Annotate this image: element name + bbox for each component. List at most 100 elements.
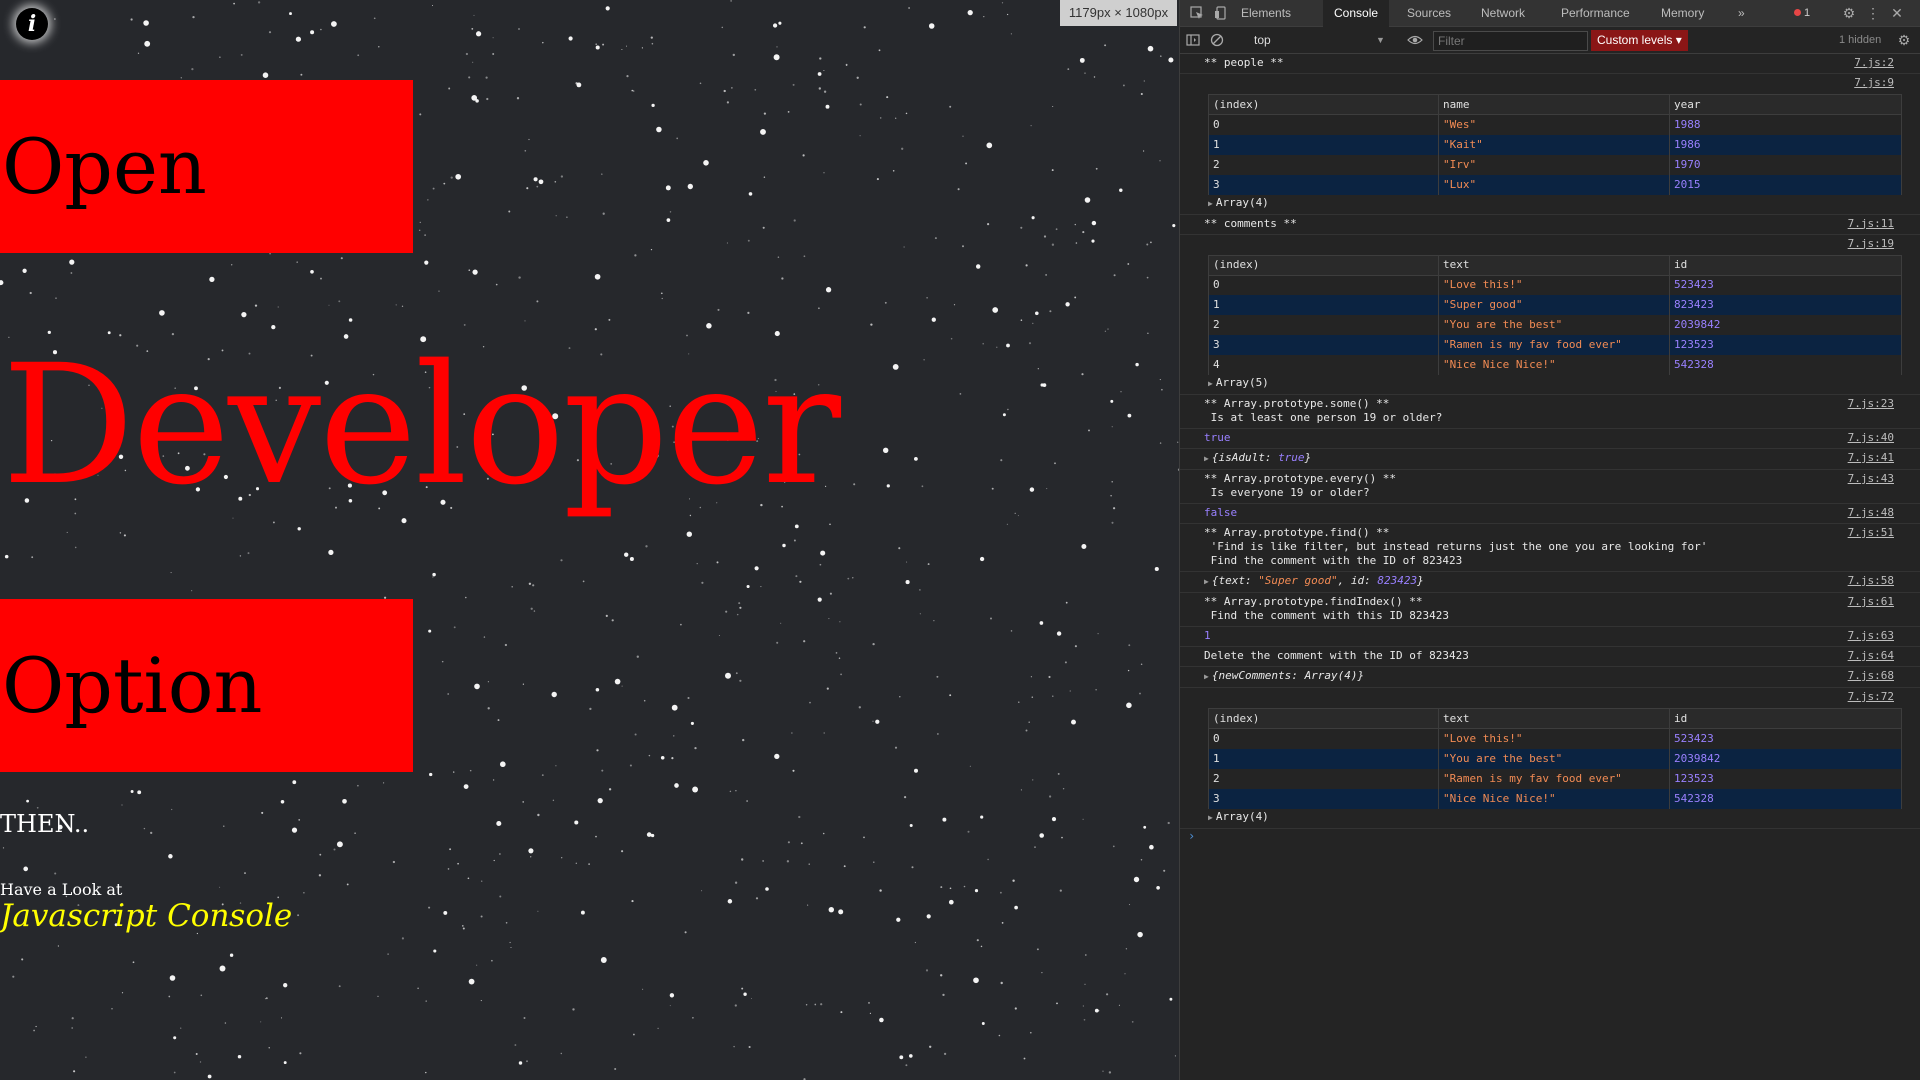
console-message[interactable]: ▶ {isAdult: true} 7.js:41: [1180, 449, 1920, 470]
star: [605, 6, 610, 11]
source-link[interactable]: 7.js:19: [1848, 237, 1894, 251]
console-message[interactable]: ▶ {newComments: Array(4)} 7.js:68: [1180, 667, 1920, 688]
sidebar-toggle-icon[interactable]: [1186, 33, 1200, 47]
source-link[interactable]: 7.js:11: [1848, 217, 1894, 231]
star: [537, 813, 540, 817]
source-link[interactable]: 7.js:64: [1848, 649, 1894, 663]
star: [473, 14, 475, 16]
console-message: 1 7.js:63: [1180, 627, 1920, 647]
source-link[interactable]: 7.js:61: [1848, 595, 1894, 609]
star: [1037, 368, 1039, 370]
star: [233, 2, 235, 5]
column-header[interactable]: year: [1669, 94, 1902, 115]
tab-sources[interactable]: Sources: [1396, 0, 1462, 27]
source-link[interactable]: 7.js:43: [1848, 472, 1894, 486]
star: [1010, 630, 1013, 632]
star: [1028, 721, 1030, 723]
console-settings-icon[interactable]: ⚙: [1897, 33, 1911, 47]
array-expander[interactable]: ▶ Array(5): [1204, 376, 1896, 391]
star: [594, 273, 601, 280]
eye-icon[interactable]: [1407, 33, 1423, 47]
array-expander[interactable]: ▶ Array(4): [1204, 196, 1896, 211]
column-header[interactable]: name: [1438, 94, 1670, 115]
star: [686, 531, 692, 537]
column-header[interactable]: id: [1669, 708, 1902, 729]
star: [621, 48, 623, 51]
column-header[interactable]: (index): [1208, 254, 1439, 276]
settings-icon[interactable]: ⚙: [1842, 6, 1856, 20]
table-header-row: (index) text id: [1208, 254, 1902, 276]
source-link[interactable]: 7.js:72: [1848, 690, 1894, 704]
star: [296, 261, 298, 263]
column-header[interactable]: text: [1438, 708, 1670, 729]
find-header: ** Array.prototype.find() ** 'Find is li…: [1204, 526, 1708, 567]
star: [763, 176, 766, 178]
source-link[interactable]: 7.js:9: [1854, 76, 1894, 90]
tab-network[interactable]: Network: [1470, 0, 1536, 27]
tab-console[interactable]: Console: [1323, 0, 1390, 27]
star: [191, 590, 193, 592]
inspect-icon[interactable]: [1190, 6, 1204, 20]
info-icon[interactable]: i: [16, 8, 48, 40]
star: [739, 606, 742, 609]
star: [748, 192, 753, 196]
more-menu-icon[interactable]: ⋮: [1866, 6, 1880, 20]
star: [899, 1055, 904, 1060]
array-expander[interactable]: ▶ Array(4): [1204, 810, 1896, 825]
table-cell: 2: [1208, 154, 1439, 175]
custom-levels-dropdown[interactable]: Custom levels ▾: [1591, 30, 1688, 51]
filter-input[interactable]: [1433, 31, 1588, 51]
source-link[interactable]: 7.js:63: [1848, 629, 1894, 643]
star: [528, 138, 530, 141]
star: [475, 31, 482, 37]
star: [608, 318, 611, 321]
star: [782, 543, 786, 548]
column-header[interactable]: id: [1669, 254, 1902, 276]
column-header[interactable]: (index): [1208, 94, 1439, 115]
tab-performance[interactable]: Performance: [1550, 0, 1641, 27]
more-tabs-icon[interactable]: »: [1727, 0, 1756, 27]
console-message[interactable]: ▶ {text: "Super good", id: 823423} 7.js:5…: [1180, 572, 1920, 593]
star: [1034, 846, 1036, 848]
table-cell: 0: [1208, 728, 1439, 749]
star: [1018, 701, 1020, 703]
star: [433, 949, 437, 953]
star: [480, 915, 483, 918]
tab-elements[interactable]: Elements: [1230, 0, 1302, 27]
column-header[interactable]: (index): [1208, 708, 1439, 729]
open-text: Open: [2, 122, 207, 211]
star: [336, 841, 343, 848]
table-cell: 542328: [1669, 355, 1902, 375]
console-prompt[interactable]: ›: [1180, 829, 1920, 843]
star: [671, 757, 674, 760]
table-cell: 2015: [1669, 174, 1902, 195]
table-row: 2 "Irv" 1970: [1208, 154, 1902, 175]
star: [687, 183, 693, 190]
star: [629, 556, 634, 562]
source-link[interactable]: 7.js:2: [1854, 56, 1894, 70]
device-toggle-icon[interactable]: [1214, 6, 1228, 20]
star: [541, 774, 544, 776]
table-cell: 3: [1208, 335, 1439, 355]
clear-console-icon[interactable]: [1210, 33, 1224, 47]
source-link[interactable]: 7.js:41: [1848, 451, 1894, 465]
source-link[interactable]: 7.js:58: [1848, 574, 1894, 588]
star: [35, 1025, 37, 1028]
console-message: ** Array.prototype.every() ** Is everyon…: [1180, 470, 1920, 504]
star: [863, 26, 866, 29]
close-icon[interactable]: ✕: [1890, 6, 1904, 20]
column-header[interactable]: text: [1438, 254, 1670, 276]
source-link[interactable]: 7.js:23: [1848, 397, 1894, 411]
table-cell: 1: [1208, 134, 1439, 155]
star: [600, 957, 607, 963]
star: [634, 733, 637, 736]
star: [588, 863, 590, 865]
star: [793, 219, 796, 222]
source-link[interactable]: 7.js:40: [1848, 431, 1894, 445]
error-count-badge[interactable]: 1: [1794, 7, 1810, 19]
table-cell: 123523: [1669, 335, 1902, 355]
tab-memory[interactable]: Memory: [1650, 0, 1715, 27]
source-link[interactable]: 7.js:48: [1848, 506, 1894, 520]
source-link[interactable]: 7.js:51: [1848, 526, 1894, 540]
source-link[interactable]: 7.js:68: [1848, 669, 1894, 683]
